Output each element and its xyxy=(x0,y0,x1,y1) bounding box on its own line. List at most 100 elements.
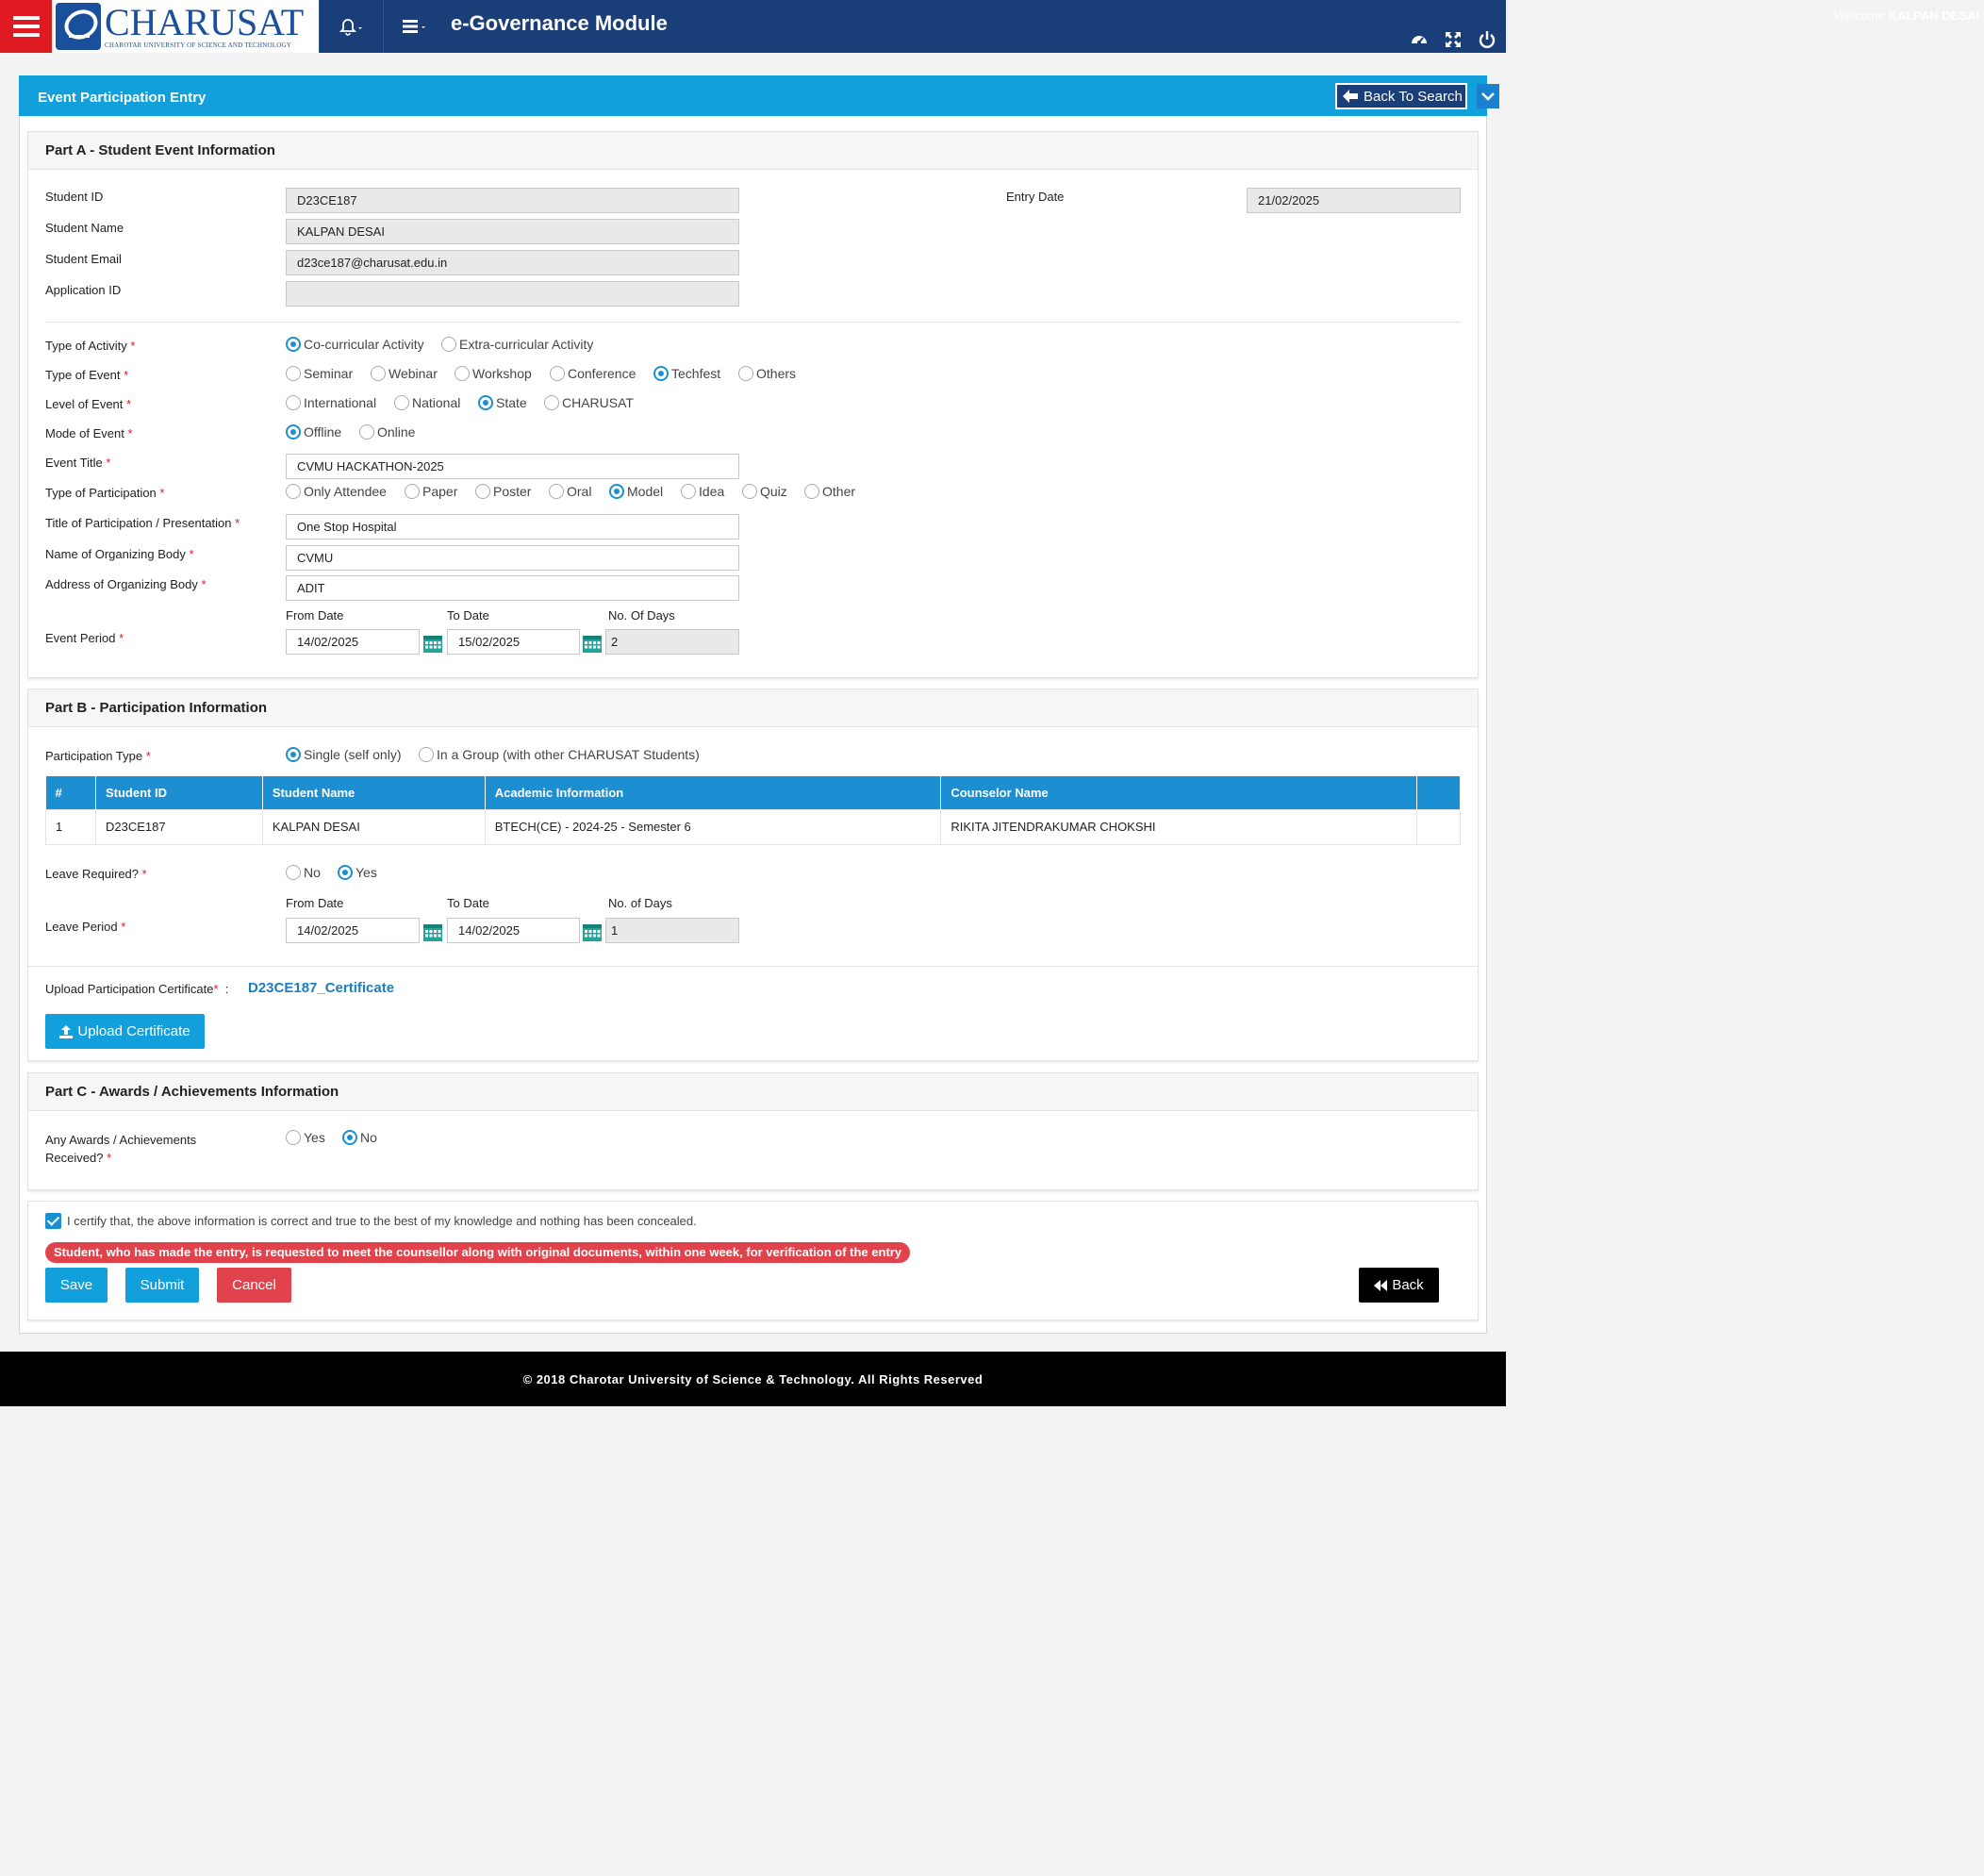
application-id-field[interactable] xyxy=(286,281,739,307)
student-name-label: Student Name xyxy=(45,221,124,235)
menu-icon[interactable] xyxy=(0,0,52,53)
event-from-date-label: From Date xyxy=(286,608,344,623)
radio-awards-no[interactable]: No xyxy=(342,1130,377,1145)
mode-of-event-label: Mode of Event * xyxy=(45,426,133,440)
table-header-row: # Student ID Student Name Academic Infor… xyxy=(45,776,1462,809)
submit-button[interactable]: Submit xyxy=(125,1268,199,1303)
radio-others[interactable]: Others xyxy=(738,366,796,381)
divider xyxy=(27,966,1479,967)
radio-idea[interactable]: Idea xyxy=(681,484,724,499)
radio-awards-yes[interactable]: Yes xyxy=(286,1130,325,1145)
charusat-logo[interactable]: CHARUSAT CHAROTAR UNIVERSITY OF SCIENCE … xyxy=(52,0,319,53)
logo-name: CHARUSAT xyxy=(105,1,305,43)
panel-header xyxy=(19,75,1487,116)
radio-leave-no[interactable]: No xyxy=(286,865,321,880)
calendar-icon[interactable] xyxy=(582,921,603,942)
leave-from-date-field[interactable] xyxy=(286,918,420,943)
radio-group[interactable]: In a Group (with other CHARUSAT Students… xyxy=(419,747,700,762)
upload-certificate-button[interactable]: Upload Certificate xyxy=(45,1014,205,1049)
bell-icon xyxy=(339,19,362,36)
radio-charusat[interactable]: CHARUSAT xyxy=(544,395,634,410)
cell-counselor-name: RIKITA JITENDRAKUMAR CHOKSHI xyxy=(940,808,1417,845)
radio-quiz[interactable]: Quiz xyxy=(742,484,787,499)
title-of-participation-field[interactable] xyxy=(286,514,739,540)
back-to-search-label: Back To Search xyxy=(1364,88,1463,105)
collapse-panel-button[interactable] xyxy=(1477,84,1499,108)
radio-conference[interactable]: Conference xyxy=(550,366,636,381)
entry-date-field[interactable] xyxy=(1247,188,1461,213)
student-email-field[interactable] xyxy=(286,250,739,275)
back-to-search-button[interactable]: Back To Search xyxy=(1335,83,1467,109)
organizing-address-label: Address of Organizing Body * xyxy=(45,577,207,591)
modules-menu-button[interactable] xyxy=(383,0,445,53)
radio-model[interactable]: Model xyxy=(609,484,663,499)
calendar-icon[interactable] xyxy=(422,633,443,654)
part-c-section: Part C - Awards / Achievements Informati… xyxy=(27,1072,1479,1190)
radio-webinar[interactable]: Webinar xyxy=(371,366,438,381)
type-of-participation-label: Type of Participation * xyxy=(45,486,165,500)
dashboard-icon[interactable] xyxy=(1410,30,1429,49)
col-header-academic-info: Academic Information xyxy=(485,776,942,809)
radio-oral[interactable]: Oral xyxy=(549,484,591,499)
leave-from-date-label: From Date xyxy=(286,896,344,910)
certify-checkbox[interactable] xyxy=(45,1213,61,1229)
leave-required-label: Leave Required? * xyxy=(45,867,147,881)
welcome-text: Welcome KALPAN DESAI xyxy=(1833,8,1979,23)
radio-national[interactable]: National xyxy=(394,395,460,410)
radio-poster[interactable]: Poster xyxy=(475,484,531,499)
organizing-body-field[interactable] xyxy=(286,545,739,571)
notifications-button[interactable] xyxy=(319,0,383,53)
radio-online[interactable]: Online xyxy=(359,424,415,440)
leave-no-of-days-field[interactable] xyxy=(605,918,739,943)
participants-table: # Student ID Student Name Academic Infor… xyxy=(45,776,1462,845)
radio-only-attendee[interactable]: Only Attendee xyxy=(286,484,387,499)
radio-leave-yes[interactable]: Yes xyxy=(338,865,377,880)
copyright-text: © 2018 Charotar University of Science & … xyxy=(522,1371,984,1386)
event-title-field[interactable] xyxy=(286,454,739,479)
radio-seminar[interactable]: Seminar xyxy=(286,366,353,381)
part-b-heading: Part B - Participation Information xyxy=(28,689,1478,727)
calendar-icon[interactable] xyxy=(422,921,443,942)
radio-co-curricular[interactable]: Co-curricular Activity xyxy=(286,337,424,352)
part-a-heading: Part A - Student Event Information xyxy=(28,132,1478,170)
participation-type-label: Participation Type * xyxy=(45,749,151,763)
user-name: KALPAN DESAI xyxy=(1888,8,1979,23)
organizing-body-label: Name of Organizing Body * xyxy=(45,547,194,561)
save-button[interactable]: Save xyxy=(45,1268,107,1303)
radio-paper[interactable]: Paper xyxy=(405,484,457,499)
student-id-field[interactable] xyxy=(286,188,739,213)
cancel-button[interactable]: Cancel xyxy=(217,1268,291,1303)
back-button-label: Back xyxy=(1392,1277,1424,1293)
radio-extra-curricular[interactable]: Extra-curricular Activity xyxy=(441,337,593,352)
certificate-link[interactable]: D23CE187_Certificate xyxy=(248,980,394,996)
event-no-of-days-field[interactable] xyxy=(605,629,739,655)
radio-state[interactable]: State xyxy=(478,395,527,410)
col-header-student-id: Student ID xyxy=(95,776,263,809)
certify-text: I certify that, the above information is… xyxy=(67,1214,697,1228)
back-button[interactable]: Back xyxy=(1359,1268,1439,1303)
calendar-icon[interactable] xyxy=(582,633,603,654)
arrow-left-icon xyxy=(1343,90,1358,103)
leave-period-label: Leave Period * xyxy=(45,920,126,934)
event-from-date-field[interactable] xyxy=(286,629,420,655)
application-id-label: Application ID xyxy=(45,283,122,297)
list-icon xyxy=(402,20,425,33)
event-to-date-field[interactable] xyxy=(447,629,580,655)
col-header-actions xyxy=(1416,776,1462,809)
radio-techfest[interactable]: Techfest xyxy=(653,366,720,381)
fullscreen-icon[interactable] xyxy=(1444,30,1463,49)
student-name-field[interactable] xyxy=(286,219,739,244)
radio-workshop[interactable]: Workshop xyxy=(455,366,532,381)
student-id-label: Student ID xyxy=(45,190,104,204)
page-footer: © 2018 Charotar University of Science & … xyxy=(0,1352,1506,1406)
divider xyxy=(45,322,1461,323)
leave-to-date-field[interactable] xyxy=(447,918,580,943)
radio-offline[interactable]: Offline xyxy=(286,424,341,440)
power-icon[interactable] xyxy=(1478,30,1496,49)
awards-label: Any Awards / Achievements Received? * xyxy=(45,1133,197,1165)
radio-single[interactable]: Single (self only) xyxy=(286,747,402,762)
organizing-address-field[interactable] xyxy=(286,575,739,601)
radio-international[interactable]: International xyxy=(286,395,376,410)
radio-other[interactable]: Other xyxy=(804,484,855,499)
cell-student-name: KALPAN DESAI xyxy=(261,808,486,845)
